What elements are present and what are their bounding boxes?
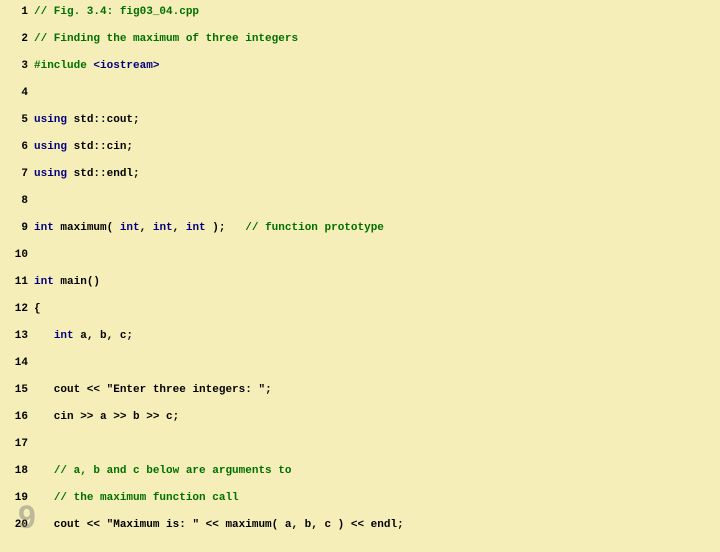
token-txt: ); (206, 222, 246, 234)
token-txt: { (34, 303, 41, 315)
code-content: cout << "Maximum is: " << maximum( a, b,… (34, 519, 404, 531)
token-txt: maximum( (54, 222, 120, 234)
code-content: // Finding the maximum of three integers (34, 33, 298, 45)
token-kw-blue: using (34, 168, 67, 180)
token-txt (34, 465, 54, 477)
code-content: int maximum( int, int, int ); // functio… (34, 222, 384, 234)
code-line: 4 (10, 87, 710, 105)
code-line: 20 cout << "Maximum is: " << maximum( a,… (10, 519, 710, 537)
code-content: int main() (34, 276, 100, 288)
code-content: cin >> a >> b >> c; (34, 411, 179, 423)
token-txt: cout << (34, 384, 107, 396)
line-number: 15 (10, 384, 28, 396)
token-kw-blue: using (34, 114, 67, 126)
token-txt (34, 330, 54, 342)
code-content: cout << "Enter three integers: "; (34, 384, 272, 396)
code-content: using std::cout; (34, 114, 140, 126)
code-content: // Fig. 3.4: fig03_04.cpp (34, 6, 199, 18)
code-line: 18 // a, b and c below are arguments to (10, 465, 710, 483)
code-content: #include <iostream> (34, 60, 159, 72)
token-preproc: #include (34, 60, 93, 72)
token-comment: // Finding the maximum of three integers (34, 33, 298, 45)
line-number: 9 (10, 222, 28, 234)
line-number: 17 (10, 438, 28, 450)
code-line: 16 cin >> a >> b >> c; (10, 411, 710, 429)
line-number: 19 (10, 492, 28, 504)
token-kw-blue: int (54, 330, 74, 342)
line-number: 3 (10, 60, 28, 72)
token-txt: std::cin; (67, 141, 133, 153)
line-number: 8 (10, 195, 28, 207)
code-content: int a, b, c; (34, 330, 133, 342)
token-txt: std::endl; (67, 168, 140, 180)
line-number: 18 (10, 465, 28, 477)
token-angled: <iostream> (93, 60, 159, 72)
line-number: 7 (10, 168, 28, 180)
code-line: 3 #include <iostream> (10, 60, 710, 78)
code-line: 7 using std::endl; (10, 168, 710, 186)
code-line: 8 (10, 195, 710, 213)
code-line: 14 (10, 357, 710, 375)
line-number: 16 (10, 411, 28, 423)
code-line: 15 cout << "Enter three integers: "; (10, 384, 710, 402)
code-line: 17 (10, 438, 710, 456)
token-txt: , (140, 222, 153, 234)
code-content: // the maximum function call (34, 492, 239, 504)
line-number: 20 (10, 519, 28, 531)
line-number: 5 (10, 114, 28, 126)
token-txt: main() (54, 276, 100, 288)
token-kw-blue: int (120, 222, 140, 234)
code-listing: 1 // Fig. 3.4: fig03_04.cpp 2 // Finding th… (0, 0, 720, 552)
line-number: 13 (10, 330, 28, 342)
token-comment: // the maximum function call (54, 492, 239, 504)
line-number: 4 (10, 87, 28, 99)
line-number: 12 (10, 303, 28, 315)
code-line: 2 // Finding the maximum of three integer… (10, 33, 710, 51)
code-line: 1 // Fig. 3.4: fig03_04.cpp (10, 6, 710, 24)
code-content: using std::cin; (34, 141, 133, 153)
token-comment: // Fig. 3.4: fig03_04.cpp (34, 6, 199, 18)
line-number: 2 (10, 33, 28, 45)
code-content: { (34, 303, 41, 315)
line-number: 10 (10, 249, 28, 261)
token-kw-blue: int (34, 276, 54, 288)
token-str: "Enter three integers: " (107, 384, 265, 396)
token-txt: << maximum( a, b, c ) << endl; (199, 519, 404, 531)
line-number: 11 (10, 276, 28, 288)
code-line: 12 { (10, 303, 710, 321)
token-txt: cin >> a >> b >> c; (34, 411, 179, 423)
token-kw-blue: int (34, 222, 54, 234)
code-content: using std::endl; (34, 168, 140, 180)
line-number: 14 (10, 357, 28, 369)
token-txt: a, b, c; (74, 330, 133, 342)
token-txt (34, 492, 54, 504)
token-kw-blue: int (153, 222, 173, 234)
line-number: 1 (10, 6, 28, 18)
token-txt: cout << (34, 519, 107, 531)
code-line: 11 int main() (10, 276, 710, 294)
token-txt: , (173, 222, 186, 234)
token-txt: std::cout; (67, 114, 140, 126)
token-comment: // a, b and c below are arguments to (54, 465, 292, 477)
code-line: 10 (10, 249, 710, 267)
token-txt: ; (265, 384, 272, 396)
code-line: 5 using std::cout; (10, 114, 710, 132)
code-line: 13 int a, b, c; (10, 330, 710, 348)
token-kw-blue: int (186, 222, 206, 234)
line-number: 6 (10, 141, 28, 153)
code-line: 19 // the maximum function call (10, 492, 710, 510)
token-comment: // function prototype (245, 222, 384, 234)
token-kw-blue: using (34, 141, 67, 153)
token-str: "Maximum is: " (107, 519, 199, 531)
code-content: // a, b and c below are arguments to (34, 465, 291, 477)
code-line: 6 using std::cin; (10, 141, 710, 159)
code-line: 9 int maximum( int, int, int ); // functi… (10, 222, 710, 240)
